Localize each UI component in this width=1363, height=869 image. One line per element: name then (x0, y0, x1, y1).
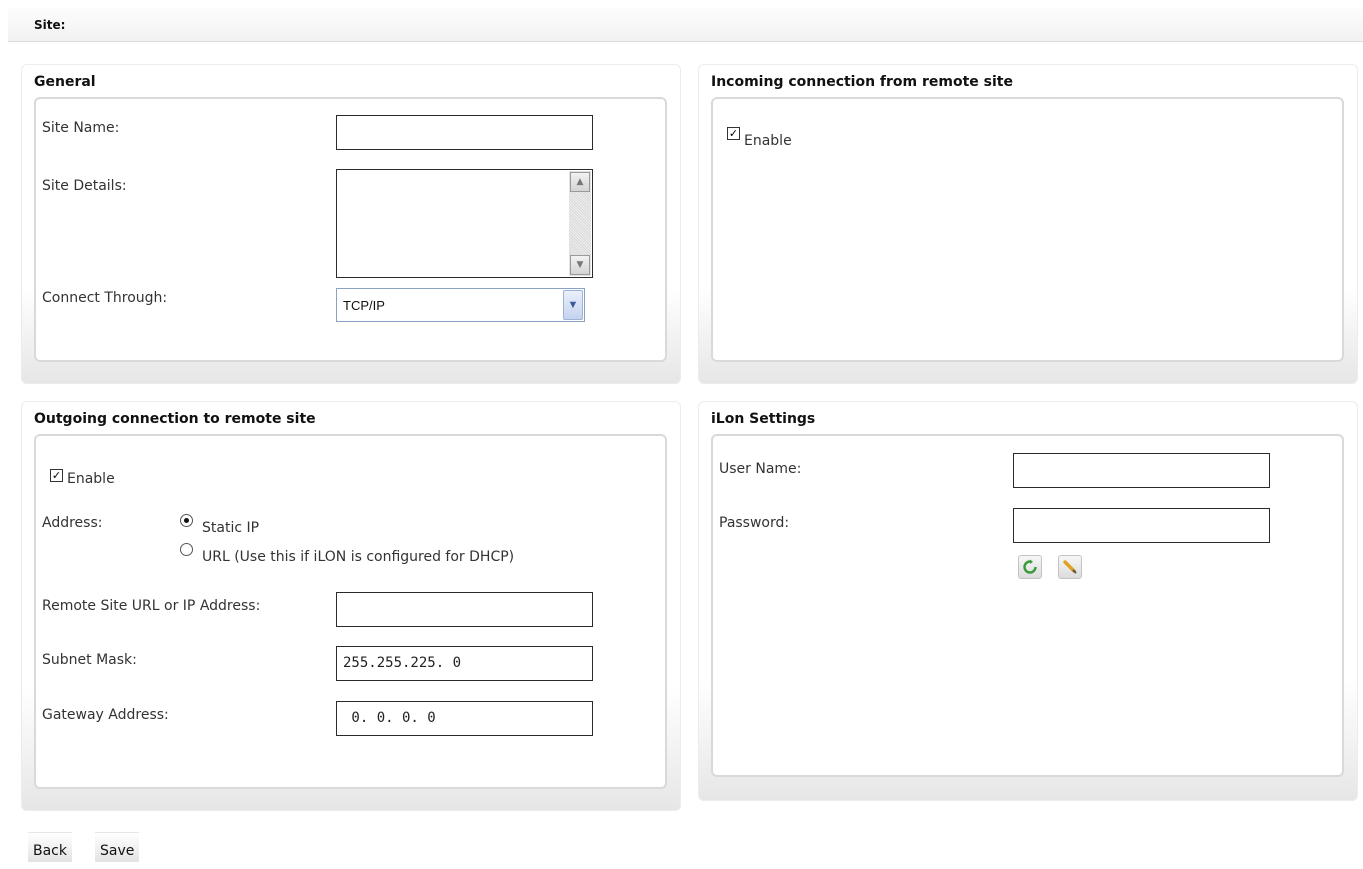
user-name-input[interactable] (1013, 453, 1270, 488)
outgoing-enable-label: Enable (67, 471, 115, 487)
general-title: General (34, 74, 96, 90)
connect-through-select[interactable]: TCP/IP ▼ (336, 288, 585, 322)
user-name-label: User Name: (719, 461, 802, 477)
password-input[interactable] (1013, 508, 1270, 543)
static-ip-label: Static IP (202, 520, 260, 536)
subnet-mask-label: Subnet Mask: (42, 652, 137, 668)
site-name-label: Site Name: (42, 120, 120, 136)
incoming-inner (711, 97, 1344, 362)
save-button[interactable]: Save (95, 832, 140, 862)
incoming-enable-label: Enable (744, 133, 792, 149)
connect-through-value: TCP/IP (343, 298, 385, 313)
ilon-settings-title: iLon Settings (711, 411, 816, 427)
scroll-up-icon[interactable]: ▲ (570, 172, 590, 192)
remote-site-input[interactable] (336, 592, 593, 627)
subnet-mask-input[interactable]: 255.255.225. 0 (336, 646, 593, 681)
address-label: Address: (42, 515, 103, 531)
site-label: Site: (34, 18, 66, 32)
remote-site-label: Remote Site URL or IP Address: (42, 598, 261, 614)
url-radio[interactable] (180, 543, 193, 556)
site-name-input[interactable] (336, 115, 593, 150)
url-label: URL (Use this if iLON is configured for … (202, 549, 515, 565)
incoming-title: Incoming connection from remote site (711, 74, 1013, 90)
outgoing-title: Outgoing connection to remote site (34, 411, 316, 427)
gateway-address-input[interactable]: 0. 0. 0. 0 (336, 701, 593, 736)
page-header: Site: (8, 8, 1363, 42)
site-details-label: Site Details: (42, 178, 127, 194)
incoming-enable-checkbox[interactable]: ✓ (727, 127, 740, 140)
connect-through-label: Connect Through: (42, 290, 168, 306)
edit-pencil-icon[interactable] (1058, 555, 1082, 579)
gateway-address-label: Gateway Address: (42, 707, 169, 723)
site-details-textarea[interactable]: ▲ ▼ (336, 169, 593, 278)
chevron-down-icon[interactable]: ▼ (563, 290, 583, 320)
outgoing-enable-checkbox[interactable]: ✓ (50, 469, 63, 482)
refresh-icon[interactable] (1018, 555, 1042, 579)
incoming-panel: Incoming connection from remote site (698, 64, 1358, 384)
static-ip-radio[interactable] (180, 514, 193, 527)
password-label: Password: (719, 515, 790, 531)
site-details-scrollbar[interactable]: ▲ ▼ (569, 171, 591, 276)
back-button[interactable]: Back (28, 832, 72, 862)
scroll-down-icon[interactable]: ▼ (570, 255, 590, 275)
